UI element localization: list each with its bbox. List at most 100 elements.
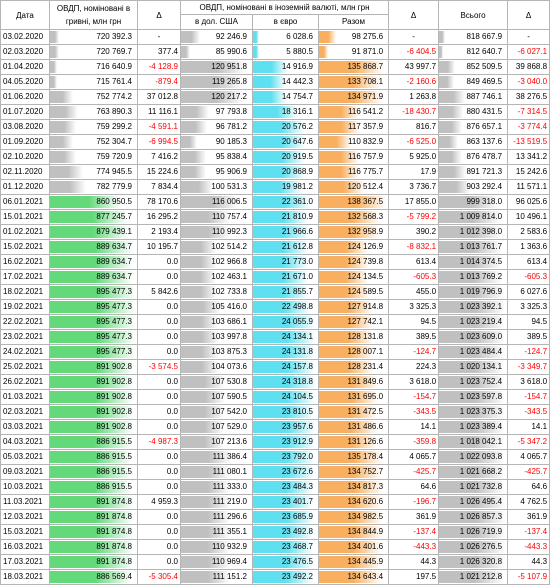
usd-cell[interactable]: 107 213.6	[180, 434, 253, 450]
total-cell[interactable]: 1 026 320.8	[438, 554, 509, 570]
delta-uah-cell[interactable]: -4 591.1	[137, 119, 181, 135]
uah-cell[interactable]: 782 779.9	[49, 179, 138, 195]
delta-total-cell[interactable]: -154.7	[507, 389, 550, 405]
uah-cell[interactable]: 891 902.8	[49, 359, 138, 375]
fx-total-cell[interactable]: 110 832.9	[317, 134, 390, 150]
uah-cell[interactable]: 891 874.8	[49, 554, 138, 570]
uah-cell[interactable]: 891 874.8	[49, 524, 138, 540]
date-cell[interactable]: 23.02.2021	[0, 329, 50, 345]
usd-cell[interactable]: 116 006.5	[180, 194, 253, 210]
delta-total-cell[interactable]: -443.3	[507, 539, 550, 555]
usd-cell[interactable]: 102 733.8	[180, 284, 253, 300]
fx-total-cell[interactable]: 134 401.6	[317, 539, 390, 555]
delta-uah-cell[interactable]: -	[137, 29, 181, 45]
date-cell[interactable]: 01.03.2021	[0, 389, 50, 405]
total-cell[interactable]: 849 469.5	[438, 74, 509, 90]
delta-uah-cell[interactable]: 78 170.6	[137, 194, 181, 210]
fx-total-cell[interactable]: 134 752.7	[317, 464, 390, 480]
delta-total-cell[interactable]: 11 571.1	[507, 179, 550, 195]
uah-cell[interactable]: 895 477.3	[49, 284, 138, 300]
total-cell[interactable]: 1 023 392.1	[438, 299, 509, 315]
fx-total-cell[interactable]: 124 589.5	[317, 284, 390, 300]
delta-uah-cell[interactable]: 0.0	[137, 554, 181, 570]
date-cell[interactable]: 03.02.2020	[0, 29, 50, 45]
fx-total-cell[interactable]: 131 849.6	[317, 374, 390, 390]
usd-cell[interactable]: 111 333.0	[180, 479, 253, 495]
fx-total-cell[interactable]: 131 472.5	[317, 404, 390, 420]
eur-cell[interactable]: 14 754.7	[252, 89, 319, 105]
delta-uah-cell[interactable]: -4 128.9	[137, 59, 181, 75]
delta-uah-cell[interactable]: 0.0	[137, 269, 181, 285]
delta-uah-cell[interactable]: -3 574.5	[137, 359, 181, 375]
date-cell[interactable]: 11.03.2021	[0, 494, 50, 510]
eur-cell[interactable]: 21 773.0	[252, 254, 319, 270]
delta-total-cell[interactable]: -3 349.7	[507, 359, 550, 375]
uah-cell[interactable]: 886 915.5	[49, 464, 138, 480]
date-cell[interactable]: 01.04.2020	[0, 59, 50, 75]
total-cell[interactable]: 880 431.5	[438, 104, 509, 120]
uah-cell[interactable]: 891 902.8	[49, 404, 138, 420]
delta-uah-cell[interactable]: 5 842.6	[137, 284, 181, 300]
usd-cell[interactable]: 110 969.4	[180, 554, 253, 570]
delta-uah-cell[interactable]: 4 959.3	[137, 494, 181, 510]
eur-cell[interactable]: 5 880.5	[252, 44, 319, 60]
delta-uah-cell[interactable]: 0.0	[137, 539, 181, 555]
eur-cell[interactable]: 21 855.7	[252, 284, 319, 300]
uah-cell[interactable]: 891 902.8	[49, 419, 138, 435]
fx-total-cell[interactable]: 116 541.2	[317, 104, 390, 120]
delta-total-cell[interactable]: -137.4	[507, 524, 550, 540]
uah-cell[interactable]: 895 477.3	[49, 299, 138, 315]
delta-total-cell[interactable]: 3 325.3	[507, 299, 550, 315]
usd-cell[interactable]: 103 875.3	[180, 344, 253, 360]
eur-cell[interactable]: 22 361.0	[252, 194, 319, 210]
total-cell[interactable]: 1 023 389.4	[438, 419, 509, 435]
total-cell[interactable]: 1 023 219.4	[438, 314, 509, 330]
uah-cell[interactable]: 877 245.7	[49, 209, 138, 225]
date-cell[interactable]: 15.03.2021	[0, 524, 50, 540]
eur-cell[interactable]: 19 981.2	[252, 179, 319, 195]
delta-fx-cell[interactable]: -425.7	[388, 464, 440, 480]
delta-uah-cell[interactable]: 0.0	[137, 524, 181, 540]
delta-uah-cell[interactable]: 11 116.1	[137, 104, 181, 120]
date-cell[interactable]: 01.02.2021	[0, 224, 50, 240]
eur-cell[interactable]: 21 612.8	[252, 239, 319, 255]
delta-total-cell[interactable]: 1 363.6	[507, 239, 550, 255]
delta-total-cell[interactable]: 6 027.6	[507, 284, 550, 300]
delta-uah-cell[interactable]: 0.0	[137, 299, 181, 315]
eur-cell[interactable]: 23 912.9	[252, 434, 319, 450]
total-cell[interactable]: 1 026 857.3	[438, 509, 509, 525]
header-delta-fx[interactable]: Δ	[388, 0, 440, 30]
fx-total-cell[interactable]: 135 178.4	[317, 449, 390, 465]
usd-cell[interactable]: 107 590.5	[180, 389, 253, 405]
delta-total-cell[interactable]: -5 347.2	[507, 434, 550, 450]
date-cell[interactable]: 17.03.2021	[0, 554, 50, 570]
usd-cell[interactable]: 90 185.3	[180, 134, 253, 150]
total-cell[interactable]: 1 026 276.5	[438, 539, 509, 555]
usd-cell[interactable]: 95 906.9	[180, 164, 253, 180]
delta-uah-cell[interactable]: 10 195.7	[137, 239, 181, 255]
usd-cell[interactable]: 100 531.3	[180, 179, 253, 195]
date-cell[interactable]: 01.07.2020	[0, 104, 50, 120]
delta-uah-cell[interactable]: 0.0	[137, 509, 181, 525]
delta-uah-cell[interactable]: -879.4	[137, 74, 181, 90]
delta-total-cell[interactable]: 613.4	[507, 254, 550, 270]
delta-total-cell[interactable]: -3 040.0	[507, 74, 550, 90]
date-cell[interactable]: 02.03.2020	[0, 44, 50, 60]
usd-cell[interactable]: 102 966.8	[180, 254, 253, 270]
delta-fx-cell[interactable]: -8 832.1	[388, 239, 440, 255]
uah-cell[interactable]: 759 299.2	[49, 119, 138, 135]
delta-uah-cell[interactable]: 0.0	[137, 389, 181, 405]
usd-cell[interactable]: 110 757.4	[180, 209, 253, 225]
delta-uah-cell[interactable]: -4 987.3	[137, 434, 181, 450]
delta-fx-cell[interactable]: 94.5	[388, 314, 440, 330]
delta-fx-cell[interactable]: 5 925.0	[388, 149, 440, 165]
usd-cell[interactable]: 97 793.8	[180, 104, 253, 120]
date-cell[interactable]: 19.02.2021	[0, 299, 50, 315]
delta-total-cell[interactable]: 96 025.6	[507, 194, 550, 210]
date-cell[interactable]: 02.11.2020	[0, 164, 50, 180]
fx-total-cell[interactable]: 131 695.0	[317, 389, 390, 405]
date-cell[interactable]: 12.03.2021	[0, 509, 50, 525]
fx-total-cell[interactable]: 134 817.3	[317, 479, 390, 495]
fx-total-cell[interactable]: 138 367.5	[317, 194, 390, 210]
delta-fx-cell[interactable]: 816.7	[388, 119, 440, 135]
